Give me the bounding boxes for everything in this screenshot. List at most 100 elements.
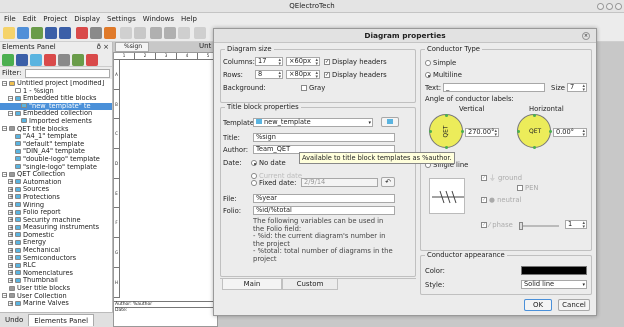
collapse-icon[interactable]: −	[2, 171, 7, 177]
phase-checkbox[interactable]: ✓ ⁄ phase	[481, 221, 513, 229]
display-col-headers-checkbox[interactable]: ✓ Display headers	[324, 58, 387, 66]
text-size-spinbox[interactable]: 7 ▴ ▾	[567, 83, 587, 93]
tree-item[interactable]: + Mechanical	[0, 247, 112, 255]
close-window-button[interactable]	[615, 3, 622, 10]
fixed-date-radio[interactable]: Fixed date:	[251, 179, 296, 187]
redo-icon[interactable]	[134, 27, 146, 39]
neutral-checkbox[interactable]: ✓ ● neutral	[481, 196, 521, 204]
diagram-page[interactable]: 12345 ABCDEFGH Author: %author Date:	[113, 52, 219, 327]
tree-item[interactable]: + Semiconductors	[0, 255, 112, 263]
project-tab-partial[interactable]: Unt	[199, 42, 211, 50]
tree-item[interactable]: + RLC	[0, 262, 112, 270]
expand-icon[interactable]: +	[8, 209, 13, 215]
template-combobox[interactable]: new_template ▾	[253, 118, 373, 127]
new-element-icon[interactable]	[58, 54, 70, 66]
tree-item[interactable]: User title blocks	[0, 285, 112, 293]
expand-icon[interactable]: +	[8, 202, 13, 208]
new-diagram-icon[interactable]	[17, 27, 29, 39]
expand-icon[interactable]: +	[8, 255, 13, 261]
tree-item[interactable]: + Thumbnail	[0, 277, 112, 285]
apply-date-button[interactable]: ↶	[381, 177, 395, 187]
expand-icon[interactable]: +	[8, 239, 13, 245]
conductor-text-field[interactable]: _	[443, 83, 545, 92]
edit-category-icon[interactable]	[30, 54, 42, 66]
style-combobox[interactable]: Solid line ▾	[521, 280, 587, 289]
tree-item[interactable]: "default" template	[0, 141, 112, 149]
open-icon[interactable]	[31, 27, 43, 39]
tree-item[interactable]: "A4_1" template	[0, 133, 112, 141]
collapse-icon[interactable]: −	[8, 95, 13, 101]
tree-item[interactable]: "single-logo" template	[0, 164, 112, 172]
ground-checkbox[interactable]: ✓ ⏚ ground	[481, 172, 522, 182]
delete-category-icon[interactable]	[44, 54, 56, 66]
cut-icon[interactable]	[150, 27, 162, 39]
cancel-button[interactable]: Cancel	[558, 299, 590, 311]
tree-item[interactable]: "new_template" te	[0, 102, 112, 111]
delete-element-icon[interactable]	[86, 54, 98, 66]
tree-item[interactable]: + Domestic	[0, 232, 112, 240]
new-category-icon[interactable]	[16, 54, 28, 66]
copy-icon[interactable]	[164, 27, 176, 39]
filter-input[interactable]	[24, 68, 110, 78]
diagram-tab[interactable]: %sign	[115, 42, 149, 52]
tree-item[interactable]: + Wiring	[0, 202, 112, 210]
expand-icon[interactable]: +	[8, 270, 13, 276]
paste-icon[interactable]	[178, 27, 190, 39]
simple-radio[interactable]: Simple	[425, 59, 456, 67]
tree-item[interactable]: + Protections	[0, 194, 112, 202]
menu-project[interactable]: Project	[43, 15, 67, 23]
rows-spinbox[interactable]: 8 ▴ ▾	[255, 70, 283, 80]
tree-item[interactable]: + Automation	[0, 179, 112, 187]
delete-icon[interactable]	[194, 27, 206, 39]
expand-icon[interactable]: +	[8, 186, 13, 192]
edit-element-icon[interactable]	[72, 54, 84, 66]
horizontal-angle-dial[interactable]: QET	[517, 114, 552, 149]
tree-item[interactable]: − QET title blocks	[0, 126, 112, 134]
expand-icon[interactable]: +	[8, 179, 13, 185]
collapse-icon[interactable]: −	[2, 126, 7, 132]
expand-icon[interactable]: +	[8, 217, 13, 223]
collapse-icon[interactable]: −	[2, 80, 7, 86]
print-icon[interactable]	[90, 27, 102, 39]
new-project-icon[interactable]	[3, 27, 15, 39]
menu-display[interactable]: Display	[74, 15, 100, 23]
tree-item[interactable]: − Embedded title blocks	[0, 95, 112, 103]
tab-main[interactable]: Main	[222, 279, 282, 290]
vertical-angle-dial[interactable]: QET	[429, 114, 464, 149]
menu-edit[interactable]: Edit	[23, 15, 37, 23]
color-swatch-button[interactable]	[521, 266, 587, 275]
ok-button[interactable]: OK	[524, 299, 552, 311]
tree-item[interactable]: + Measuring instruments	[0, 224, 112, 232]
panel-float-close-icon[interactable]: ð ×	[97, 42, 109, 53]
expand-icon[interactable]: +	[8, 277, 13, 283]
edit-template-button[interactable]	[381, 117, 399, 127]
tab-undo[interactable]: Undo	[0, 314, 28, 326]
expand-icon[interactable]: +	[8, 300, 13, 306]
maximize-button[interactable]	[606, 3, 613, 10]
title-field[interactable]: %sign	[253, 133, 395, 142]
tree-item[interactable]: − QET Collection	[0, 171, 112, 179]
close-project-icon[interactable]	[76, 27, 88, 39]
reload-icon[interactable]	[2, 54, 14, 66]
expand-icon[interactable]: +	[8, 194, 13, 200]
no-date-radio[interactable]: No date	[251, 159, 286, 167]
expand-icon[interactable]: +	[8, 232, 13, 238]
columns-spinbox[interactable]: 17 ▴ ▾	[255, 57, 283, 67]
tree-item[interactable]: "DIN_A4" template	[0, 148, 112, 156]
expand-icon[interactable]: +	[8, 224, 13, 230]
horizontal-angle-spinbox[interactable]: 0.00° ▴ ▾	[553, 128, 587, 138]
tree-item[interactable]: + Marine Valves	[0, 300, 112, 308]
tree-item[interactable]: − Untitled project [modified]	[0, 80, 112, 88]
expand-icon[interactable]: +	[8, 262, 13, 268]
tree-item[interactable]: + Folio report	[0, 209, 112, 217]
tree-item[interactable]: + Energy	[0, 239, 112, 247]
export-icon[interactable]	[104, 27, 116, 39]
phase-spinbox[interactable]: 1 ▴ ▾	[565, 220, 587, 230]
collapse-icon[interactable]: −	[2, 293, 7, 299]
tree-item[interactable]: − User Collection	[0, 293, 112, 301]
menu-file[interactable]: File	[4, 15, 16, 23]
minimize-button[interactable]	[597, 3, 604, 10]
tree-item[interactable]: "double-logo" template	[0, 156, 112, 164]
gray-background-checkbox[interactable]: Gray	[301, 84, 325, 92]
display-row-headers-checkbox[interactable]: ✓ Display headers	[324, 71, 387, 79]
